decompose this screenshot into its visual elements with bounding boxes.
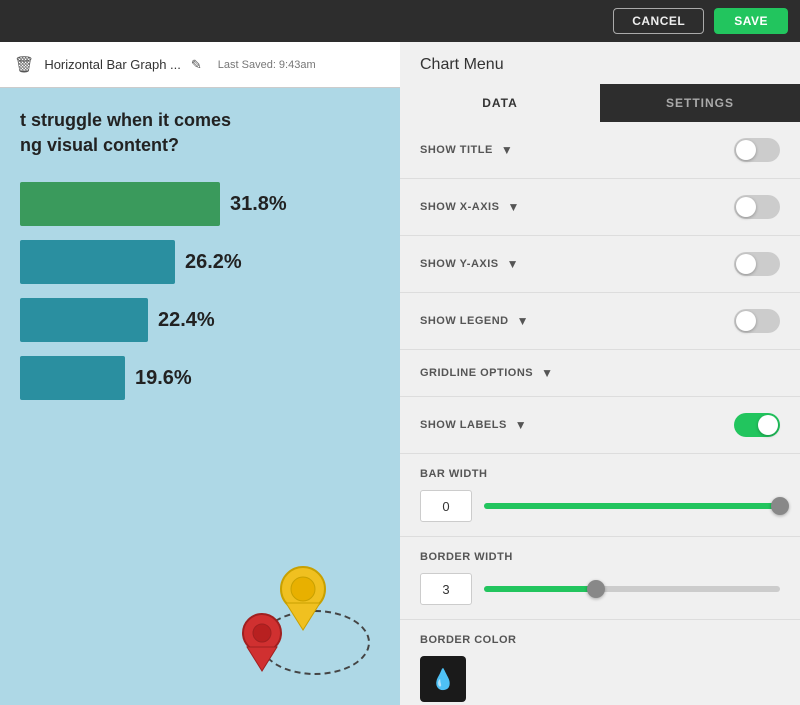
chevron-show-labels[interactable]: ▼ bbox=[515, 418, 527, 432]
border-width-track[interactable] bbox=[484, 586, 780, 592]
tab-settings[interactable]: SETTINGS bbox=[600, 84, 800, 122]
chart-header: 🗑 Horizontal Bar Graph ... ✎ Last Saved:… bbox=[0, 42, 400, 88]
border-width-row bbox=[420, 573, 780, 605]
bar-label-3: 22.4% bbox=[158, 309, 215, 332]
droplet-icon: 💧 bbox=[431, 667, 456, 692]
border-color-section: BORDER COLOR 💧 bbox=[400, 620, 800, 705]
toggle-show-x-axis[interactable] bbox=[734, 195, 780, 219]
bar-width-row bbox=[420, 490, 780, 522]
border-width-fill bbox=[484, 586, 596, 592]
setting-show-y-axis: SHOW Y-AXIS ▼ bbox=[400, 236, 800, 293]
chart-question: t struggle when it comes ng visual conte… bbox=[20, 108, 300, 158]
gridline-options-label: GRIDLINE OPTIONS bbox=[420, 367, 533, 379]
bar-3 bbox=[20, 298, 148, 342]
show-title-label: SHOW TITLE bbox=[420, 144, 493, 156]
setting-show-labels: SHOW LABELS ▼ bbox=[400, 397, 800, 454]
chevron-show-legend[interactable]: ▼ bbox=[517, 314, 529, 328]
bar-width-section: BAR WIDTH bbox=[400, 454, 800, 537]
bar-row-1: 31.8% bbox=[20, 182, 400, 226]
bar-row-3: 22.4% bbox=[20, 298, 400, 342]
border-color-swatch[interactable]: 💧 bbox=[420, 656, 466, 702]
bar-width-label: BAR WIDTH bbox=[420, 468, 780, 480]
bar-width-fill bbox=[484, 503, 780, 509]
bar-row-2: 26.2% bbox=[20, 240, 400, 284]
bar-label-4: 19.6% bbox=[135, 367, 192, 390]
setting-show-legend: SHOW LEGEND ▼ bbox=[400, 293, 800, 350]
chevron-gridline-options[interactable]: ▼ bbox=[541, 366, 553, 380]
trash-icon[interactable]: 🗑 bbox=[14, 55, 34, 75]
chart-visualization: t struggle when it comes ng visual conte… bbox=[0, 88, 400, 705]
cancel-button[interactable]: CANCEL bbox=[613, 8, 704, 34]
border-width-label: BORDER WIDTH bbox=[420, 551, 780, 563]
settings-body: SHOW TITLE ▼ SHOW X-AXIS ▼ bbox=[400, 122, 800, 705]
setting-gridline-options: GRIDLINE OPTIONS ▼ bbox=[400, 350, 800, 397]
chevron-show-x-axis[interactable]: ▼ bbox=[507, 200, 519, 214]
bar-width-input[interactable] bbox=[420, 490, 472, 522]
bar-row-4: 19.6% bbox=[20, 356, 400, 400]
bar-1 bbox=[20, 182, 220, 226]
bar-2 bbox=[20, 240, 175, 284]
bar-label-2: 26.2% bbox=[185, 251, 242, 274]
bar-4 bbox=[20, 356, 125, 400]
setting-show-x-axis: SHOW X-AXIS ▼ bbox=[400, 179, 800, 236]
toggle-show-legend[interactable] bbox=[734, 309, 780, 333]
tabs: DATA SETTINGS bbox=[400, 84, 800, 122]
show-x-axis-label: SHOW X-AXIS bbox=[420, 201, 499, 213]
border-width-thumb[interactable] bbox=[587, 580, 605, 598]
chevron-show-y-axis[interactable]: ▼ bbox=[507, 257, 519, 271]
panel-title: Chart Menu bbox=[400, 42, 800, 84]
toggle-show-title[interactable] bbox=[734, 138, 780, 162]
show-y-axis-label: SHOW Y-AXIS bbox=[420, 258, 499, 270]
border-width-input[interactable] bbox=[420, 573, 472, 605]
bar-label-1: 31.8% bbox=[230, 193, 287, 216]
bar-width-track[interactable] bbox=[484, 503, 780, 509]
border-color-label: BORDER COLOR bbox=[420, 634, 780, 646]
settings-panel: Chart Menu DATA SETTINGS SHOW TITLE ▼ bbox=[400, 42, 800, 705]
border-width-section: BORDER WIDTH bbox=[400, 537, 800, 620]
edit-icon[interactable]: ✎ bbox=[191, 57, 202, 73]
red-pin bbox=[239, 613, 285, 675]
chart-title: Horizontal Bar Graph ... bbox=[44, 57, 181, 72]
show-labels-label: SHOW LABELS bbox=[420, 419, 507, 431]
bar-width-thumb[interactable] bbox=[771, 497, 789, 515]
tab-data[interactable]: DATA bbox=[400, 84, 600, 122]
main-content: 🗑 Horizontal Bar Graph ... ✎ Last Saved:… bbox=[0, 42, 800, 705]
chevron-show-title[interactable]: ▼ bbox=[501, 143, 513, 157]
show-legend-label: SHOW LEGEND bbox=[420, 315, 509, 327]
save-button[interactable]: SAVE bbox=[714, 8, 788, 34]
toggle-show-y-axis[interactable] bbox=[734, 252, 780, 276]
toggle-show-labels[interactable] bbox=[734, 413, 780, 437]
last-saved: Last Saved: 9:43am bbox=[218, 59, 316, 71]
chart-panel: 🗑 Horizontal Bar Graph ... ✎ Last Saved:… bbox=[0, 42, 400, 705]
top-bar: CANCEL SAVE bbox=[0, 0, 800, 42]
setting-show-title: SHOW TITLE ▼ bbox=[400, 122, 800, 179]
